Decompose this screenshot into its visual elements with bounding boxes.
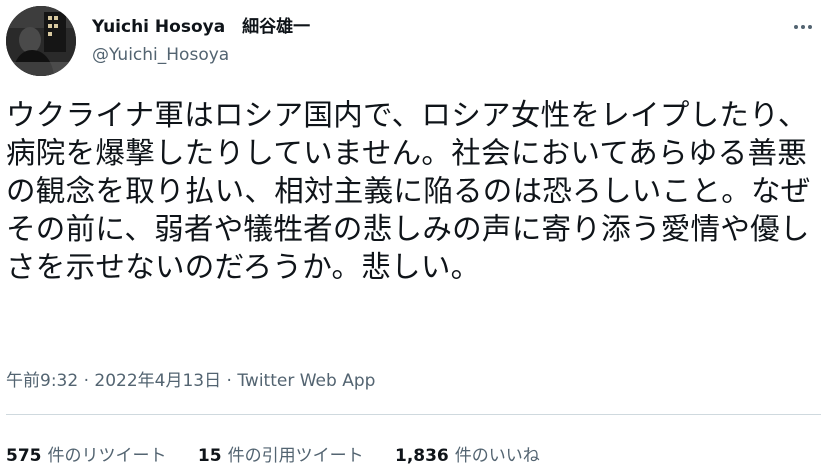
likes-stat[interactable]: 1,836 件のいいね (395, 441, 540, 466)
tweet-meta: 午前9:32 · 2022年4月13日 · Twitter Web App (6, 366, 375, 391)
quotes-count: 15 (197, 446, 222, 466)
avatar[interactable] (6, 6, 76, 76)
more-dot (808, 25, 812, 29)
retweets-count: 575 (6, 446, 42, 466)
meta-separator: · (78, 371, 95, 391)
tweet-card: Yuichi Hosoya 細谷雄一 @Yuichi_Hosoya ウクライナ軍… (0, 0, 840, 476)
meta-separator: · (221, 371, 238, 391)
tweet-source-link[interactable]: Twitter Web App (237, 371, 375, 391)
likes-label: 件のいいね (454, 446, 540, 466)
quotes-stat[interactable]: 15 件の引用ツイート (198, 441, 364, 466)
retweets-label: 件のリツイート (47, 446, 167, 466)
divider (6, 414, 821, 415)
quotes-label: 件の引用ツイート (227, 446, 364, 466)
more-dot (801, 25, 805, 29)
tweet-time-link[interactable]: 午前9:32 (6, 371, 78, 391)
display-name[interactable]: Yuichi Hosoya 細谷雄一 (92, 12, 310, 37)
profile-photo-icon (6, 6, 76, 76)
user-handle[interactable]: @Yuichi_Hosoya (92, 45, 229, 65)
tweet-date-link[interactable]: 2022年4月13日 (94, 371, 221, 391)
retweets-stat[interactable]: 575 件のリツイート (6, 441, 167, 466)
tweet-text: ウクライナ軍はロシア国内で、ロシア女性をレイプしたり、病院を爆撃したりしていませ… (6, 98, 811, 284)
tweet-stats: 575 件のリツイート 15 件の引用ツイート 1,836 件のいいね (6, 441, 566, 466)
likes-count: 1,836 (394, 446, 449, 466)
more-options-icon[interactable] (786, 10, 820, 44)
more-dot (794, 25, 798, 29)
